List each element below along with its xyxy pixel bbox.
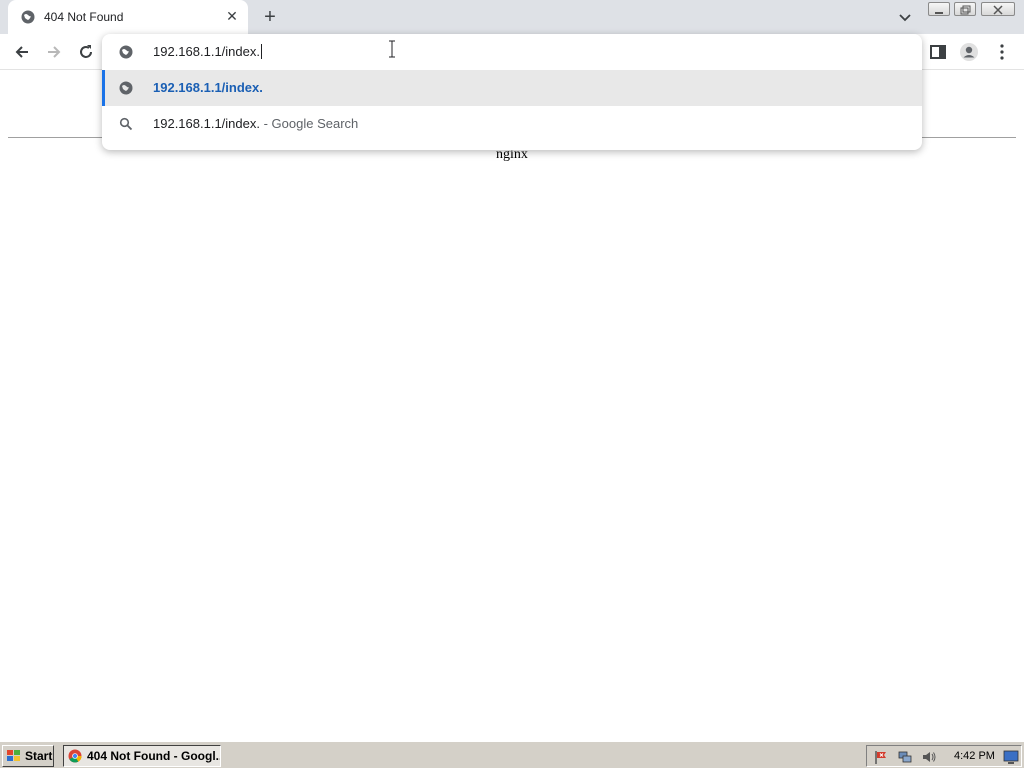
kebab-menu-icon[interactable] (992, 42, 1012, 62)
network-icon[interactable] (897, 749, 913, 765)
globe-icon (119, 45, 133, 59)
profile-avatar-icon[interactable] (959, 42, 979, 62)
taskbar: Start 404 Not Found - Googl... 4:42 PM (0, 741, 1024, 768)
window-close-button[interactable] (981, 2, 1015, 16)
taskbar-item-label: 404 Not Found - Googl... (87, 749, 221, 763)
globe-icon (21, 10, 35, 24)
volume-icon[interactable] (921, 749, 937, 765)
reload-icon[interactable] (76, 42, 96, 62)
side-panel-icon[interactable] (928, 42, 948, 62)
suggestion-text: 192.168.1.1/index. - Google Search (153, 116, 359, 131)
address-input[interactable]: 192.168.1.1/index. (153, 44, 262, 59)
start-label: Start (25, 749, 53, 763)
tab-title: 404 Not Found (44, 10, 124, 24)
security-flag-icon[interactable] (873, 749, 889, 765)
globe-icon (119, 81, 133, 95)
chrome-icon (68, 749, 82, 763)
omnibox-dropdown: 192.168.1.1/index. 192.168.1.1/index. 19… (102, 34, 922, 150)
back-arrow-icon[interactable] (12, 42, 32, 62)
show-desktop-icon[interactable] (1003, 749, 1019, 765)
start-button[interactable]: Start (2, 745, 54, 767)
address-bar[interactable]: 192.168.1.1/index. (102, 34, 922, 70)
tab-strip: 404 Not Found ✕ + (0, 0, 1024, 34)
suggestion-text: 192.168.1.1/index. (153, 80, 263, 95)
windows-logo-icon (7, 750, 20, 761)
close-icon[interactable]: ✕ (224, 8, 240, 24)
search-icon (119, 117, 133, 131)
selection-indicator (102, 70, 105, 106)
ibeam-cursor-icon (389, 40, 395, 58)
suggestion-url[interactable]: 192.168.1.1/index. (102, 70, 922, 106)
forward-arrow-icon[interactable] (44, 42, 64, 62)
taskbar-item-browser[interactable]: 404 Not Found - Googl... (63, 745, 221, 767)
restore-button[interactable] (954, 2, 976, 16)
text-caret (260, 44, 262, 59)
suggestion-search[interactable]: 192.168.1.1/index. - Google Search (102, 106, 922, 142)
plus-icon[interactable]: + (259, 6, 281, 28)
chevron-down-icon[interactable] (896, 8, 914, 26)
tab-404-not-found[interactable]: 404 Not Found ✕ (8, 0, 248, 34)
system-tray: 4:42 PM (866, 745, 1022, 767)
clock[interactable]: 4:42 PM (954, 750, 995, 762)
minimize-button[interactable] (928, 2, 950, 16)
